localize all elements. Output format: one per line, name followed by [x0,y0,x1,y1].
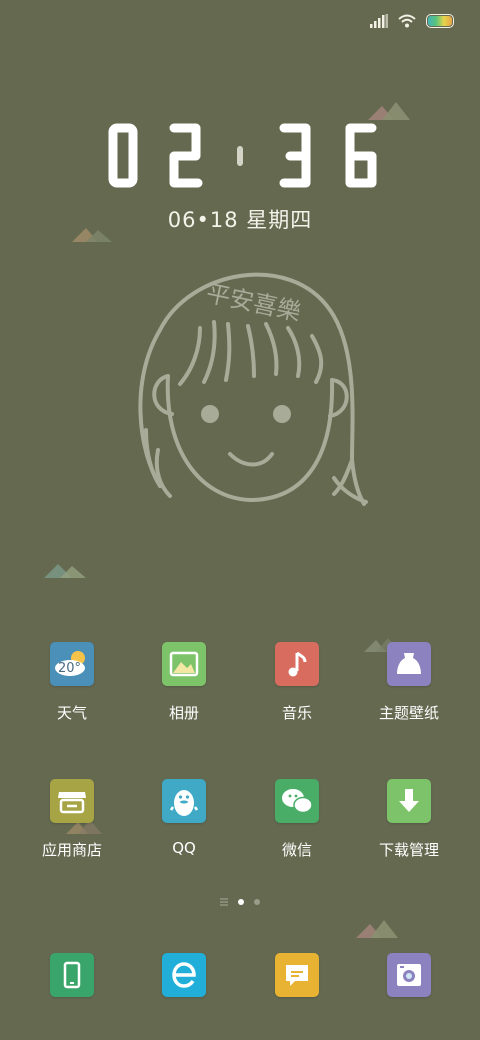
app-label: 应用商店 [41,841,102,859]
dock-browser[interactable] [124,953,244,997]
mountain-decoration [356,920,398,938]
app-music[interactable]: 音乐 [237,642,357,723]
store-icon [50,779,94,823]
clock-digits [108,123,377,188]
page-dot[interactable] [254,899,260,905]
weather-icon: 20° [50,642,94,686]
app-label: 天气 [56,704,87,722]
wifi-icon [398,14,416,28]
wechat-icon [275,779,319,823]
dock-phone[interactable] [12,953,132,997]
app-label: QQ [172,839,196,857]
app-theme[interactable]: 主题壁纸 [349,642,469,723]
music-icon [275,642,319,686]
lock-clock: 02 36 [0,112,480,202]
app-label: 音乐 [281,704,312,722]
messages-icon [275,953,319,997]
status-bar [370,10,454,32]
camera-icon [387,953,431,997]
theme-icon [387,642,431,686]
browser-icon [162,953,206,997]
weather-temp: 20° [58,661,81,676]
app-weather[interactable]: 20° 天气 [12,642,132,723]
app-label: 微信 [281,841,312,859]
dock-messages[interactable] [237,953,357,997]
app-label: 下载管理 [378,841,439,859]
app-wechat[interactable]: 微信 [237,779,357,860]
download-icon [387,779,431,823]
app-downloads[interactable]: 下载管理 [349,779,469,860]
dock-camera[interactable] [349,953,469,997]
app-gallery[interactable]: 相册 [124,642,244,723]
app-label: 主题壁纸 [378,704,439,722]
qq-icon [162,779,206,823]
page-indicator[interactable] [0,896,480,908]
signal-icon [370,14,388,28]
app-qq[interactable]: QQ [124,779,244,857]
page-dot-active[interactable] [238,899,244,905]
menu-lines-icon [220,898,228,906]
illustration-text: 平安喜樂 [204,279,304,326]
wallpaper-illustration: 平安喜樂 [120,250,380,520]
battery-icon [426,14,454,28]
mountain-decoration [44,564,86,578]
app-store[interactable]: 应用商店 [12,779,132,860]
app-label: 相册 [168,704,199,722]
lock-date: 06•18 星期四 [167,208,313,232]
gallery-icon [162,642,206,686]
phone-icon [50,953,94,997]
